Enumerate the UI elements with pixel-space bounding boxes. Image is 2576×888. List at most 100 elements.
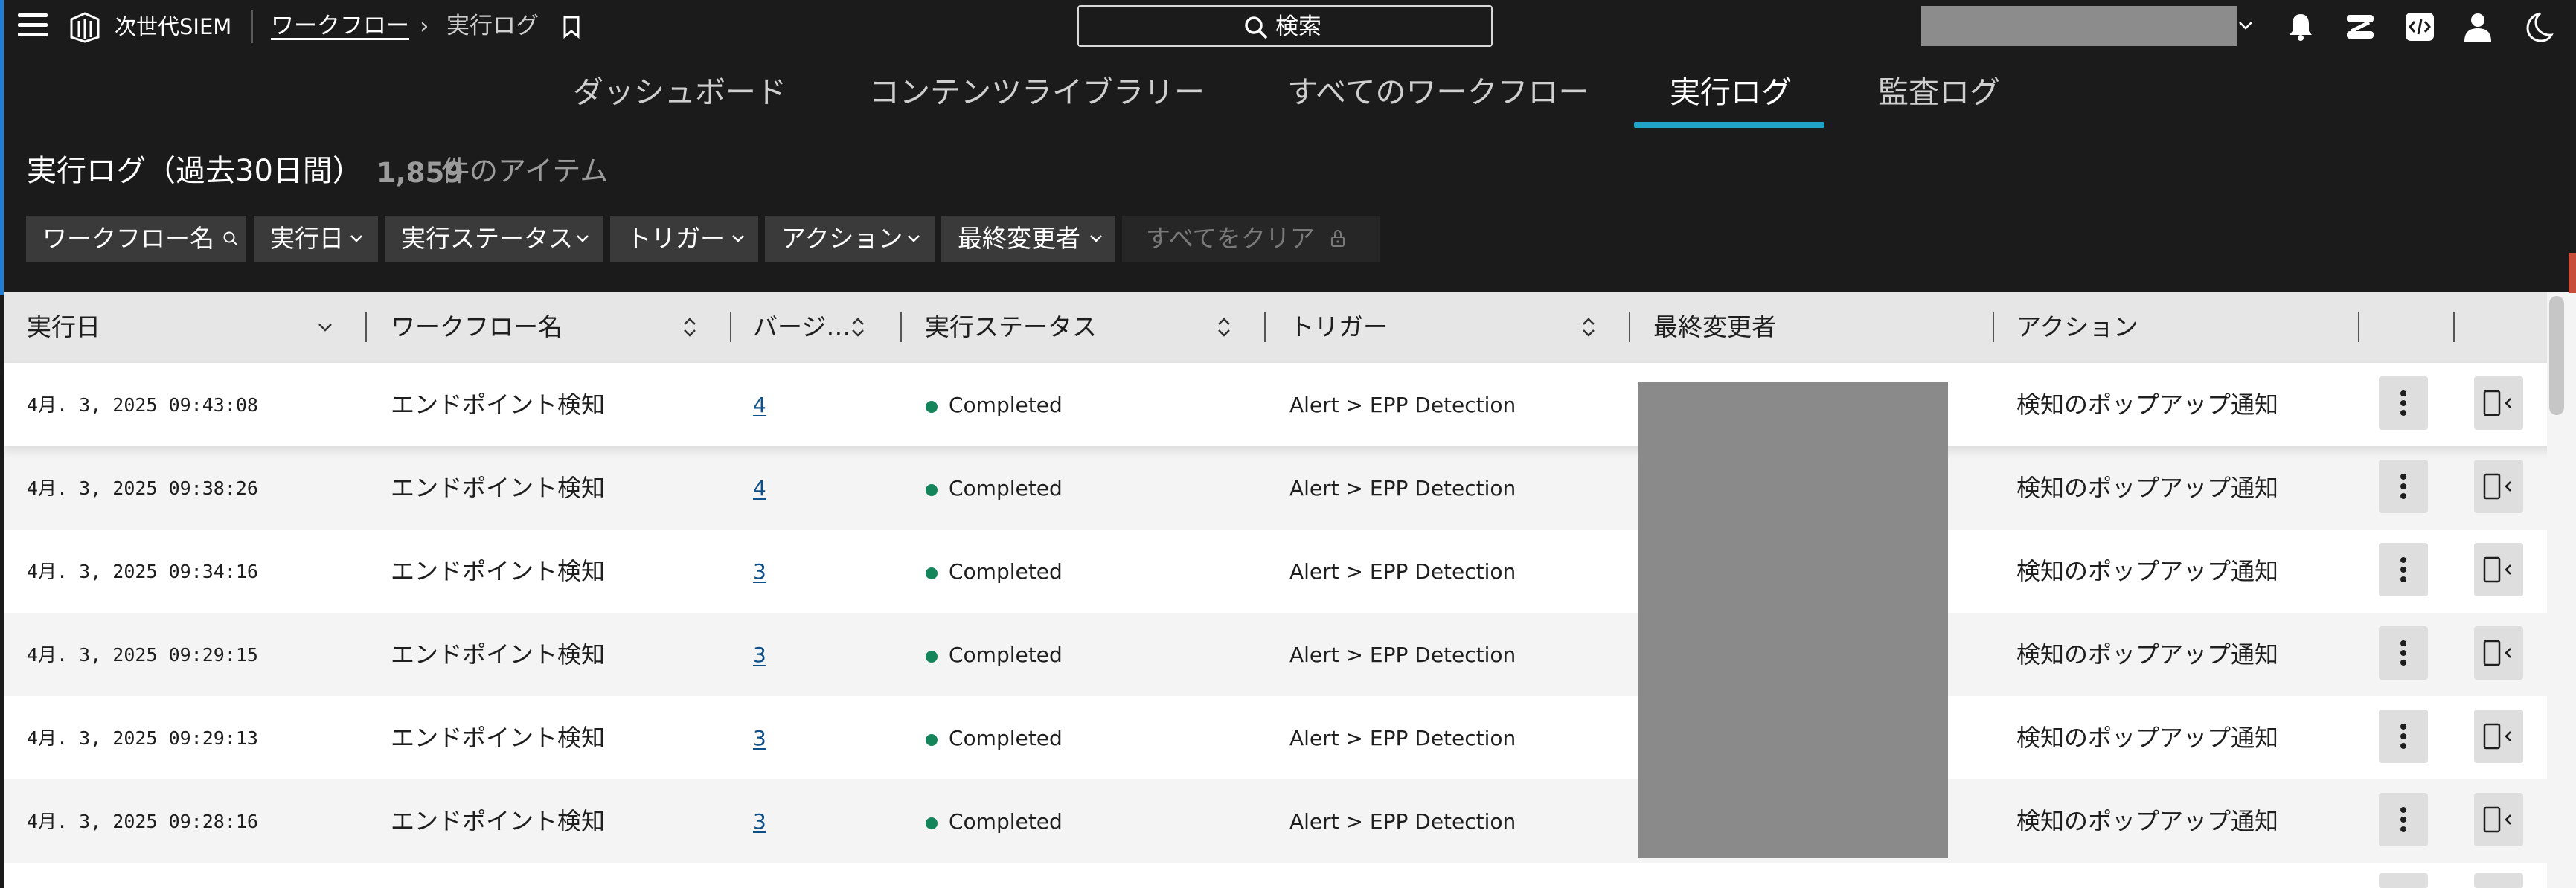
kebab-icon bbox=[2400, 474, 2406, 499]
cell-trigger: Alert > EPP Detection bbox=[1289, 476, 1516, 501]
filter-workflow-name[interactable]: ワークフロー名 bbox=[26, 216, 246, 262]
table-row[interactable]: 4月. 3, 2025 09:28:16 エンドポイント検知 3 Complet… bbox=[4, 779, 2556, 863]
open-detail-panel-button[interactable] bbox=[2474, 543, 2523, 596]
column-header-trigger[interactable]: トリガー bbox=[1289, 311, 1388, 344]
open-detail-panel-button[interactable] bbox=[2474, 460, 2523, 513]
chevron-down-icon[interactable] bbox=[315, 314, 336, 341]
lock-icon bbox=[1331, 229, 1345, 247]
column-divider[interactable] bbox=[365, 312, 367, 342]
chevron-down-icon bbox=[732, 235, 744, 242]
status-completed-dot bbox=[926, 484, 938, 496]
cell-trigger: Alert > EPP Detection bbox=[1289, 559, 1516, 584]
cell-trigger: Alert > EPP Detection bbox=[1289, 643, 1516, 667]
row-menu-button[interactable] bbox=[2379, 543, 2428, 596]
cell-action: 検知のポップアップ通知 bbox=[2016, 557, 2279, 585]
version-link[interactable]: 3 bbox=[753, 808, 766, 836]
side-panel-icon bbox=[2483, 806, 2511, 833]
column-header-exec-date[interactable]: 実行日 bbox=[27, 311, 100, 344]
column-divider[interactable] bbox=[900, 312, 902, 342]
cell-exec-date: 4月. 3, 2025 09:28:16 bbox=[27, 811, 258, 832]
filter-workflow-name-label: ワークフロー名 bbox=[42, 224, 214, 253]
column-header-workflow-name[interactable]: ワークフロー名 bbox=[391, 311, 563, 344]
table-row[interactable]: 4月. 3, 2025 09:38:26 エンドポイント検知 4 Complet… bbox=[4, 446, 2556, 530]
filter-last-modified-by[interactable]: 最終変更者 bbox=[941, 216, 1115, 262]
filter-exec-date[interactable]: 実行日 bbox=[254, 216, 378, 262]
bell-icon[interactable] bbox=[2284, 10, 2317, 43]
kebab-icon bbox=[2400, 640, 2406, 666]
table-row[interactable]: 4月. 3, 2025 09:34:16 エンドポイント検知 3 Complet… bbox=[4, 530, 2556, 613]
open-detail-panel-button[interactable] bbox=[2474, 626, 2523, 680]
chevron-down-icon[interactable] bbox=[2235, 12, 2256, 39]
column-header-last-modified-by[interactable]: 最終変更者 bbox=[1653, 311, 1776, 344]
column-divider[interactable] bbox=[1264, 312, 1266, 342]
user-icon[interactable] bbox=[2461, 10, 2494, 43]
cell-action: 検知のポップアップ通知 bbox=[2016, 390, 2279, 419]
version-link[interactable]: 4 bbox=[753, 474, 766, 503]
table-row[interactable] bbox=[4, 863, 2556, 888]
open-detail-panel-button[interactable] bbox=[2474, 376, 2523, 430]
column-divider[interactable] bbox=[2453, 312, 2455, 342]
moon-icon[interactable] bbox=[2521, 10, 2554, 43]
search-icon bbox=[1245, 16, 1267, 39]
code-icon[interactable] bbox=[2403, 10, 2436, 43]
cell-trigger: Alert > EPP Detection bbox=[1289, 726, 1516, 750]
cell-exec-date: 4月. 3, 2025 09:38:26 bbox=[27, 477, 258, 499]
row-menu-button[interactable] bbox=[2379, 793, 2428, 846]
global-search-button[interactable]: 検索 bbox=[1077, 5, 1493, 47]
table-row[interactable]: 4月. 3, 2025 09:43:08 エンドポイント検知 4 Complet… bbox=[4, 363, 2556, 446]
row-menu-button[interactable] bbox=[2379, 376, 2428, 430]
user-menu-redacted[interactable] bbox=[1921, 6, 2237, 46]
row-menu-button[interactable] bbox=[2379, 873, 2428, 888]
cell-action: 検知のポップアップ通知 bbox=[2016, 724, 2279, 752]
column-divider[interactable] bbox=[2358, 312, 2359, 342]
filter-trigger[interactable]: トリガー bbox=[610, 216, 758, 262]
tab-audit-log[interactable]: 監査ログ bbox=[1878, 71, 2000, 116]
row-menu-button[interactable] bbox=[2379, 710, 2428, 763]
breadcrumb-workflows-link[interactable]: ワークフロー bbox=[271, 12, 409, 40]
filter-exec-status[interactable]: 実行ステータス bbox=[385, 216, 603, 262]
menu-icon[interactable] bbox=[18, 13, 48, 40]
sort-icon[interactable] bbox=[1214, 314, 1234, 341]
page-title: 実行ログ（過去30日間） bbox=[27, 154, 362, 188]
left-accent-bar bbox=[0, 0, 4, 295]
column-header-exec-status[interactable]: 実行ステータス bbox=[925, 311, 1097, 344]
clear-all-filters-button[interactable]: すべてをクリア bbox=[1122, 216, 1380, 262]
tab-content-library[interactable]: コンテンツライブラリー bbox=[869, 71, 1205, 116]
graph-icon[interactable] bbox=[2344, 10, 2377, 43]
filter-action[interactable]: アクション bbox=[765, 216, 935, 262]
row-menu-button[interactable] bbox=[2379, 460, 2428, 513]
version-link[interactable]: 3 bbox=[753, 724, 766, 753]
chevron-down-icon bbox=[577, 235, 589, 242]
table-scrollbar-thumb[interactable] bbox=[2549, 296, 2564, 415]
cell-action: 検知のポップアップ通知 bbox=[2016, 640, 2279, 669]
open-detail-panel-button[interactable] bbox=[2474, 710, 2523, 763]
sort-icon[interactable] bbox=[679, 314, 700, 341]
sort-icon[interactable] bbox=[848, 314, 868, 341]
column-divider[interactable] bbox=[1993, 312, 1994, 342]
cell-workflow-name: エンドポイント検知 bbox=[391, 557, 606, 585]
header-divider bbox=[251, 10, 253, 43]
open-detail-panel-button[interactable] bbox=[2474, 793, 2523, 846]
window-edge-marker bbox=[2569, 253, 2576, 293]
column-divider[interactable] bbox=[730, 312, 731, 342]
bookmark-icon[interactable] bbox=[561, 15, 582, 39]
table-row[interactable]: 4月. 3, 2025 09:29:13 エンドポイント検知 3 Complet… bbox=[4, 696, 2556, 779]
column-divider[interactable] bbox=[1629, 312, 1630, 342]
version-link[interactable]: 4 bbox=[753, 391, 766, 419]
filter-trigger-label: トリガー bbox=[627, 224, 725, 253]
cell-exec-status: Completed bbox=[949, 476, 1063, 501]
table-row[interactable]: 4月. 3, 2025 09:29:15 エンドポイント検知 3 Complet… bbox=[4, 613, 2556, 696]
tab-execution-log[interactable]: 実行ログ bbox=[1670, 71, 1792, 116]
tab-all-workflows[interactable]: すべてのワークフロー bbox=[1287, 71, 1589, 116]
cell-exec-status: Completed bbox=[949, 809, 1063, 834]
execution-log-table: 実行日 ワークフロー名 バージ… 実行ステータス トリガー 最終変更者 アクショ… bbox=[4, 292, 2556, 888]
column-header-version[interactable]: バージ… bbox=[753, 311, 850, 344]
row-menu-button[interactable] bbox=[2379, 626, 2428, 680]
cell-exec-date: 4月. 3, 2025 09:29:13 bbox=[27, 727, 258, 749]
column-header-action[interactable]: アクション bbox=[2016, 311, 2138, 344]
version-link[interactable]: 3 bbox=[753, 641, 766, 669]
sort-icon[interactable] bbox=[1578, 314, 1599, 341]
open-detail-panel-button[interactable] bbox=[2474, 873, 2523, 888]
version-link[interactable]: 3 bbox=[753, 558, 766, 586]
tab-dashboard[interactable]: ダッシュボード bbox=[573, 71, 786, 116]
